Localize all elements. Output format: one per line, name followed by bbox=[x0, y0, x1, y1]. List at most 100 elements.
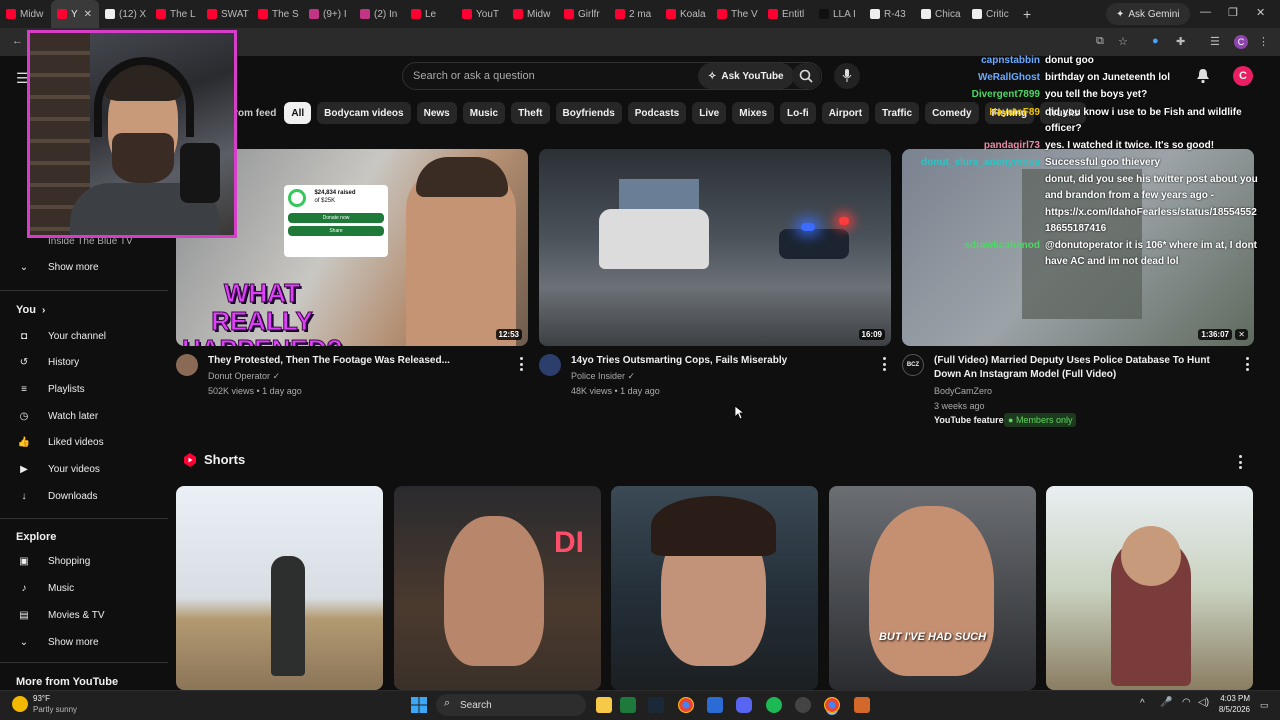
shorts-menu-icon[interactable] bbox=[1236, 455, 1244, 469]
chrome-icon[interactable] bbox=[678, 697, 694, 713]
sidebar-item-playlists[interactable]: ≡ Playlists bbox=[16, 382, 85, 396]
chip-live[interactable]: Live bbox=[692, 102, 727, 124]
close-window-icon[interactable]: ✕ bbox=[1256, 6, 1265, 19]
video-menu-icon[interactable] bbox=[880, 357, 888, 371]
browser-tab[interactable]: Le bbox=[405, 0, 456, 28]
sidebar-you-heading[interactable]: You › bbox=[16, 304, 45, 316]
clock-date[interactable]: 8/5/2026 bbox=[1214, 705, 1250, 714]
sidepanel-icon[interactable]: ☰ bbox=[1210, 35, 1220, 48]
chip-lo-fi[interactable]: Lo-fi bbox=[780, 102, 816, 124]
ask-youtube-button[interactable]: ✧ Ask YouTube bbox=[698, 63, 794, 89]
browser-tab[interactable]: The V bbox=[711, 0, 762, 28]
steam-icon[interactable] bbox=[648, 697, 664, 713]
sidebar-item-history[interactable]: ↺ History bbox=[16, 356, 79, 370]
extensions-puzzle-icon[interactable]: ✚ bbox=[1176, 35, 1185, 48]
notification-icon[interactable]: ▭ bbox=[1260, 700, 1269, 711]
obs-icon[interactable] bbox=[795, 697, 811, 713]
weather-condition[interactable]: Partly sunny bbox=[33, 705, 77, 714]
short-thumbnail-3[interactable] bbox=[611, 486, 818, 690]
voice-search-button[interactable] bbox=[834, 63, 860, 89]
chip-airport[interactable]: Airport bbox=[821, 102, 870, 124]
discord-icon[interactable] bbox=[736, 697, 752, 713]
video-menu-icon[interactable] bbox=[517, 357, 525, 371]
app-icon[interactable] bbox=[854, 697, 870, 713]
browser-tab[interactable]: Midw bbox=[0, 0, 51, 28]
browser-tab[interactable]: (12) X bbox=[99, 0, 150, 28]
channel-name[interactable]: BodyCamZero bbox=[934, 384, 992, 398]
channel-name[interactable]: Donut Operator ✓ bbox=[208, 369, 280, 383]
sidebar-item-your-channel[interactable]: ◘ Your channel bbox=[16, 329, 106, 343]
microphone-tray-icon[interactable]: 🎤 bbox=[1160, 697, 1172, 708]
spotify-icon[interactable] bbox=[766, 697, 782, 713]
close-tab-icon[interactable]: ✕ bbox=[84, 9, 92, 20]
windows-start-icon[interactable] bbox=[411, 697, 427, 713]
volume-icon[interactable]: ◁) bbox=[1198, 697, 1209, 708]
video-thumbnail-2[interactable]: 16:09 bbox=[539, 149, 891, 346]
sidebar-item-your-videos[interactable]: ▶ Your videos bbox=[16, 463, 100, 477]
short-thumbnail-4[interactable]: BUT I'VE HAD SUCH bbox=[829, 486, 1036, 690]
chip-podcasts[interactable]: Podcasts bbox=[627, 102, 687, 124]
browser-tab[interactable]: Chica bbox=[915, 0, 966, 28]
wifi-icon[interactable]: ◠ bbox=[1182, 697, 1191, 708]
video-title[interactable]: They Protested, Then The Footage Was Rel… bbox=[208, 354, 508, 368]
browser-tab[interactable]: Koala bbox=[660, 0, 711, 28]
app-icon[interactable] bbox=[707, 697, 723, 713]
browser-tab[interactable]: YouT bbox=[456, 0, 507, 28]
file-explorer-icon[interactable] bbox=[596, 697, 612, 713]
clock-time[interactable]: 4:03 PM bbox=[1220, 694, 1250, 703]
video-title[interactable]: 14yo Tries Outsmarting Cops, Fails Miser… bbox=[571, 354, 871, 368]
sidebar-item-shopping[interactable]: ▣ Shopping bbox=[16, 554, 90, 568]
chip-mixes[interactable]: Mixes bbox=[732, 102, 775, 124]
tray-overflow-icon[interactable]: ^ bbox=[1140, 698, 1145, 709]
browser-profile-avatar[interactable]: C bbox=[1234, 35, 1248, 49]
new-tab-icon[interactable]: + bbox=[1017, 6, 1037, 22]
taskbar-search[interactable]: ⌕ Search bbox=[436, 694, 586, 716]
channel-avatar[interactable]: BCZ bbox=[902, 354, 924, 376]
sidebar-item-downloads[interactable]: ↓ Downloads bbox=[16, 489, 98, 503]
sidebar-item-movies-tv[interactable]: ▤ Movies & TV bbox=[16, 608, 104, 622]
chip-music[interactable]: Music bbox=[462, 102, 506, 124]
browser-tab[interactable]: (2) In bbox=[354, 0, 405, 28]
video-menu-icon[interactable] bbox=[1243, 357, 1251, 371]
browser-tab[interactable]: Entitl bbox=[762, 0, 813, 28]
browser-tab[interactable]: The S bbox=[252, 0, 303, 28]
chip-bodycam-videos[interactable]: Bodycam videos bbox=[317, 102, 411, 124]
sidebar-show-more[interactable]: ⌄ Show more bbox=[16, 260, 99, 274]
sidebar-explore-show-more[interactable]: ⌄ Show more bbox=[16, 635, 99, 649]
notifications-bell-icon[interactable] bbox=[1196, 68, 1210, 84]
install-icon[interactable]: ⧉ bbox=[1096, 35, 1104, 48]
terminal-icon[interactable] bbox=[620, 697, 636, 713]
browser-tab[interactable]: (9+) I bbox=[303, 0, 354, 28]
browser-menu-icon[interactable]: ⋮ bbox=[1258, 35, 1269, 48]
browser-tab[interactable]: 2 ma bbox=[609, 0, 660, 28]
ask-gemini-button[interactable]: ✦ Ask Gemini bbox=[1106, 3, 1190, 25]
minimize-icon[interactable]: — bbox=[1200, 6, 1211, 18]
bookmark-star-icon[interactable]: ☆ bbox=[1118, 35, 1128, 48]
sidebar-item-watch-later[interactable]: ◷ Watch later bbox=[16, 409, 99, 423]
browser-tab[interactable]: R-43 bbox=[864, 0, 915, 28]
extension-icon[interactable]: ● bbox=[1152, 35, 1159, 47]
short-thumbnail-1[interactable] bbox=[176, 486, 383, 690]
browser-tab[interactable]: Girlfr bbox=[558, 0, 609, 28]
chip-all[interactable]: All bbox=[284, 102, 312, 124]
short-thumbnail-2[interactable]: DI bbox=[394, 486, 601, 690]
channel-name[interactable]: Police Insider ✓ bbox=[571, 369, 635, 383]
browser-tab[interactable]: The L bbox=[150, 0, 201, 28]
browser-tab[interactable]: Critic bbox=[966, 0, 1017, 28]
back-icon[interactable]: ← bbox=[12, 35, 23, 47]
browser-tab[interactable]: Midw bbox=[507, 0, 558, 28]
video-title[interactable]: (Full Video) Married Deputy Uses Police … bbox=[934, 354, 1234, 382]
weather-temp[interactable]: 93°F bbox=[33, 694, 50, 703]
short-thumbnail-5[interactable] bbox=[1046, 486, 1253, 690]
chrome-active-icon[interactable] bbox=[824, 697, 840, 713]
chip-news[interactable]: News bbox=[416, 102, 457, 124]
restore-icon[interactable]: ❐ bbox=[1228, 6, 1238, 19]
user-avatar[interactable]: C bbox=[1233, 66, 1253, 86]
sidebar-item-music[interactable]: ♪ Music bbox=[16, 581, 75, 595]
browser-tab[interactable]: SWAT bbox=[201, 0, 252, 28]
chip-boyfriends[interactable]: Boyfriends bbox=[555, 102, 622, 124]
search-button[interactable] bbox=[792, 63, 820, 89]
channel-avatar[interactable] bbox=[176, 354, 198, 376]
channel-avatar[interactable] bbox=[539, 354, 561, 376]
browser-tab[interactable]: LLA I bbox=[813, 0, 864, 28]
